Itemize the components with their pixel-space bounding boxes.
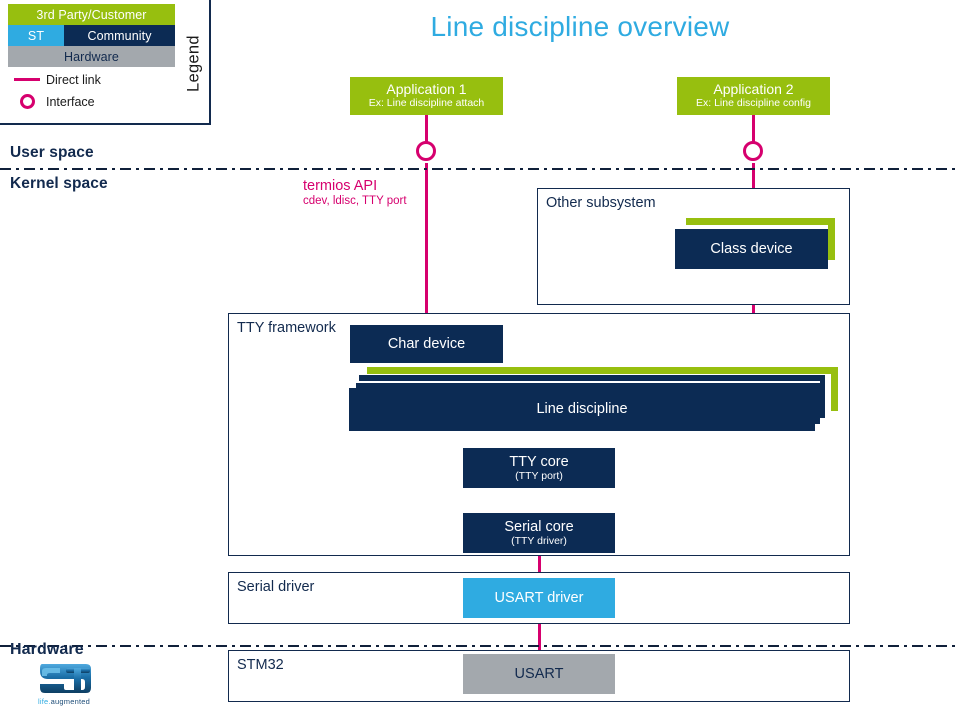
separator-kernel-hardware — [0, 645, 960, 647]
annotation-termios-subtitle: cdev, ldisc, TTY port — [303, 195, 407, 207]
legend-bar-community: Community — [64, 25, 175, 46]
block-line-discipline-title: Line discipline — [536, 401, 628, 418]
interface-circle-icon — [8, 94, 46, 109]
frame-stm32-title: STM32 — [237, 657, 284, 673]
separator-user-kernel — [0, 168, 960, 170]
frame-serial-driver-title: Serial driver — [237, 579, 315, 595]
block-class-device-title: Class device — [710, 240, 793, 257]
interface-circle-app1 — [416, 141, 436, 161]
st-logo-mark — [40, 664, 91, 693]
legend-bar-hardware: Hardware — [8, 46, 175, 67]
page-title: Line discipline overview — [430, 11, 730, 42]
block-class-device: Class device — [675, 229, 828, 269]
st-tagline-rest: augmented — [50, 697, 90, 706]
block-serial-core: Serial core (TTY driver) — [463, 513, 615, 553]
legend-panel: 3rd Party/Customer ST Community Hardware… — [0, 0, 211, 125]
block-application-2: Application 2 Ex: Line discipline config — [677, 77, 830, 115]
direct-link-icon — [8, 78, 46, 81]
legend-content: 3rd Party/Customer ST Community Hardware… — [8, 4, 175, 111]
block-char-device: Char device — [350, 325, 503, 363]
block-tty-core-subtitle: (TTY port) — [515, 469, 563, 482]
st-logo: life.augmented — [20, 657, 108, 709]
block-application-2-title: Application 2 — [713, 80, 794, 97]
legend-row-st-community: ST Community — [8, 25, 175, 46]
diagram-canvas: 3rd Party/Customer ST Community Hardware… — [0, 0, 960, 720]
block-tty-core-title: TTY core — [509, 453, 569, 470]
block-application-1-subtitle: Ex: Line discipline attach — [368, 97, 485, 110]
legend-key-direct-link: Direct link — [8, 70, 175, 89]
block-application-1-title: Application 1 — [386, 80, 467, 97]
block-char-device-title: Char device — [387, 335, 466, 352]
legend-vertical-label: Legend — [184, 35, 203, 93]
block-application-1: Application 1 Ex: Line discipline attach — [350, 77, 503, 115]
label-kernel-space: Kernel space — [10, 175, 108, 192]
legend-bar-st: ST — [8, 25, 64, 46]
block-tty-core: TTY core (TTY port) — [463, 448, 615, 488]
legend-key-interface-label: Interface — [46, 94, 95, 109]
legend-bar-third-party: 3rd Party/Customer — [8, 4, 175, 25]
label-user-space: User space — [10, 144, 94, 161]
block-usart: USART — [463, 654, 615, 694]
block-serial-core-subtitle: (TTY driver) — [511, 534, 567, 547]
block-serial-core-title: Serial core — [504, 518, 574, 535]
frame-other-subsystem-title: Other subsystem — [546, 195, 656, 211]
legend-key-interface: Interface — [8, 92, 175, 111]
legend-key-direct-link-label: Direct link — [46, 72, 101, 87]
frame-tty-framework-title: TTY framework — [237, 320, 336, 336]
annotation-termios-title: termios API — [303, 178, 378, 194]
st-tagline-accent: life. — [37, 697, 51, 706]
block-application-2-subtitle: Ex: Line discipline config — [696, 97, 811, 110]
block-usart-driver-title: USART driver — [494, 589, 584, 606]
interface-circle-app2 — [743, 141, 763, 161]
block-line-discipline: Line discipline — [349, 388, 815, 431]
block-usart-title: USART — [514, 665, 564, 682]
block-usart-driver: USART driver — [463, 578, 615, 618]
annotation-termios-api: termios API cdev, ldisc, TTY port — [303, 178, 407, 207]
st-logo-tagline: life.augmented — [20, 697, 108, 706]
